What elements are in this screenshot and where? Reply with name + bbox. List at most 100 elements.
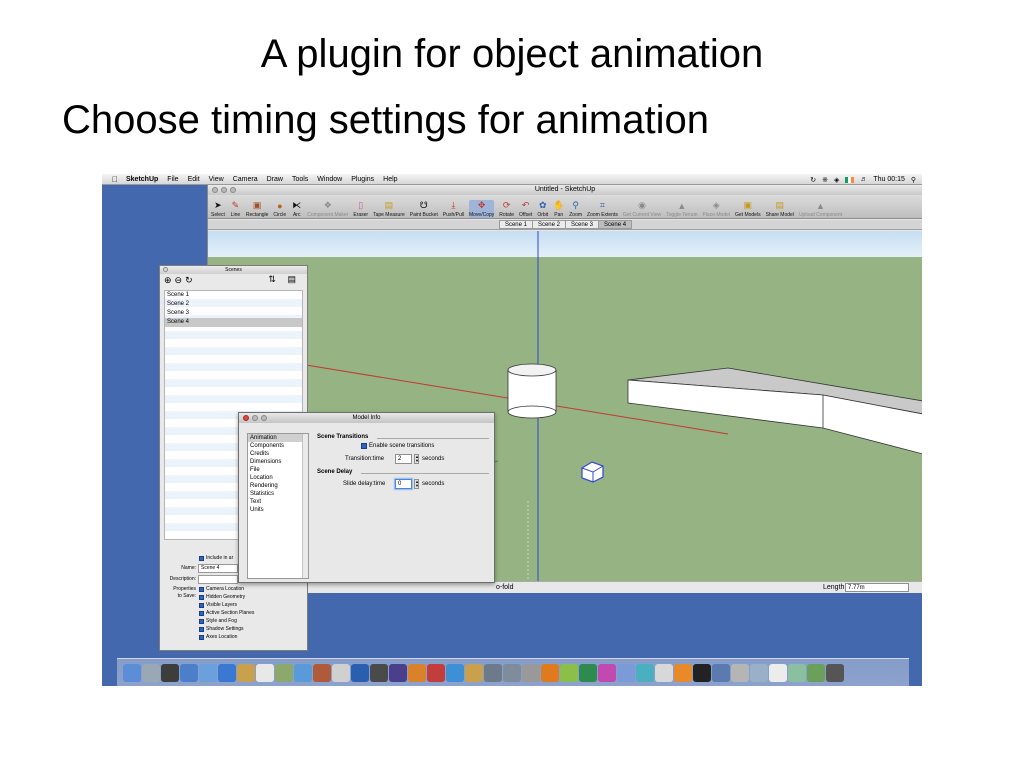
tool-rectangle[interactable]: ▣ Rectangle [246, 200, 269, 218]
tool-circle[interactable]: ● Circle [273, 200, 286, 219]
shadow-settings-checkbox[interactable]: Shadow Settings [199, 626, 244, 632]
folder-icon[interactable] [750, 663, 768, 682]
menu-edit[interactable]: Edit [188, 176, 200, 183]
remove-scene-icon[interactable]: ⊖ [175, 275, 183, 286]
ichat-icon[interactable] [199, 663, 217, 682]
network-icon[interactable] [446, 663, 464, 682]
mail-icon[interactable] [180, 663, 198, 682]
category-dimensions[interactable]: Dimensions [248, 458, 308, 466]
zoom-dialog-icon[interactable] [261, 415, 267, 421]
after-effects-icon[interactable] [389, 663, 407, 682]
safari-icon[interactable] [161, 663, 179, 682]
tool-arc[interactable]: ⧔ Arc [291, 200, 302, 218]
tool-get-models[interactable]: ▣ Get Models [735, 200, 761, 218]
wifi-icon[interactable]: ◈ [834, 176, 839, 184]
menu-help[interactable]: Help [383, 176, 397, 183]
cylinder-object[interactable] [507, 363, 557, 419]
time-machine-icon[interactable]: ↻ [810, 176, 816, 184]
add-scene-icon[interactable]: ⊕ [164, 275, 172, 286]
sketchup-titlebar[interactable]: Untitled - SketchUp [208, 185, 922, 195]
category-file[interactable]: File [248, 466, 308, 474]
list-item[interactable]: Scene 4 [165, 318, 302, 327]
tab-scene-2[interactable]: Scene 2 [531, 220, 566, 229]
include-in-animation-checkbox[interactable]: Include in ar [199, 555, 233, 561]
tool-line[interactable]: ✎ Line [230, 200, 241, 218]
category-components[interactable]: Components [248, 442, 308, 450]
tool-move-copy[interactable]: ✥ Move/Copy [468, 200, 495, 218]
spotlight-search-icon[interactable]: ⚲ [911, 176, 916, 184]
scene-details-icon[interactable]: ▤ [287, 274, 296, 284]
category-credits[interactable]: Credits [248, 450, 308, 458]
scenes-titlebar[interactable]: Scenes [160, 266, 307, 274]
axes-location-checkbox[interactable]: Axes Location [199, 634, 237, 640]
app-icon[interactable] [617, 663, 635, 682]
downloads-icon[interactable] [788, 663, 806, 682]
tool-offset[interactable]: ↶ Offset [519, 200, 532, 218]
transition-time-stepper[interactable]: ▲ ▼ [414, 454, 419, 464]
tool-eraser[interactable]: ▯ Eraser [353, 200, 368, 218]
grid-app-icon[interactable] [484, 663, 502, 682]
category-rendering[interactable]: Rendering [248, 482, 308, 490]
tool-get-current-view[interactable]: ◉ Get Current View [623, 200, 661, 218]
tab-scene-3[interactable]: Scene 3 [565, 220, 600, 229]
camera-location-checkbox[interactable]: Camera Location [199, 586, 244, 592]
menu-draw[interactable]: Draw [267, 176, 283, 183]
tool-share-model[interactable]: ▤ Share Model [766, 200, 794, 218]
final-cut-icon[interactable] [370, 663, 388, 682]
zoom-window-icon[interactable] [230, 187, 236, 193]
slide-delay-field[interactable]: 0 [395, 479, 412, 489]
vlc-icon[interactable] [674, 663, 692, 682]
move-scene-up-icon[interactable]: ⇅ [268, 274, 276, 284]
tool-paint-bucket[interactable]: ☋ Paint Bucket [410, 200, 438, 218]
menu-tools[interactable]: Tools [292, 176, 308, 183]
address-book-icon[interactable] [237, 663, 255, 682]
scene-name-field[interactable]: Scene 4 [198, 564, 238, 573]
app-icon[interactable] [655, 663, 673, 682]
enable-scene-transitions-checkbox[interactable]: Enable scene transitions [361, 443, 434, 449]
minimize-dialog-icon[interactable] [252, 415, 258, 421]
tab-scene-4[interactable]: Scene 4 [598, 220, 633, 229]
tool-select[interactable]: ➤ Select [211, 200, 225, 218]
active-section-planes-checkbox[interactable]: Active Section Planes [199, 610, 254, 616]
style-and-fog-checkbox[interactable]: Style and Fog [199, 618, 237, 624]
photo-booth-icon[interactable] [313, 663, 331, 682]
category-statistics[interactable]: Statistics [248, 490, 308, 498]
app-icon[interactable] [731, 663, 749, 682]
menu-camera[interactable]: Camera [233, 176, 258, 183]
small-cube-object[interactable] [581, 461, 604, 483]
ical-icon[interactable] [256, 663, 274, 682]
beam-object[interactable] [627, 367, 922, 455]
input-flag-icon[interactable] [845, 176, 855, 183]
trash-icon[interactable] [826, 663, 844, 682]
tool-rotate[interactable]: ⟳ Rotate [499, 200, 514, 218]
tool-tape-measure[interactable]: ▤ Tape Measure [373, 200, 405, 218]
messenger-icon[interactable] [218, 663, 236, 682]
hidden-geometry-checkbox[interactable]: Hidden Geometry [199, 594, 245, 600]
tool-zoom[interactable]: ⚲ Zoom [569, 200, 582, 218]
menu-window[interactable]: Window [317, 176, 342, 183]
close-dialog-icon[interactable] [243, 415, 249, 421]
tool-zoom-extents[interactable]: ⌗ Zoom Extents [587, 200, 618, 218]
volume-icon[interactable]: ♬ [860, 176, 867, 183]
close-panel-icon[interactable] [163, 267, 168, 272]
menu-sketchup[interactable]: SketchUp [126, 176, 158, 183]
iphoto-icon[interactable] [275, 663, 293, 682]
category-scrollbar[interactable] [302, 434, 308, 578]
tool-component-maker[interactable]: ❖ Component Maker [307, 200, 348, 218]
scene-description-field[interactable] [198, 575, 238, 584]
category-location[interactable]: Location [248, 474, 308, 482]
system-preferences-icon[interactable] [522, 663, 540, 682]
spaces-icon[interactable] [332, 663, 350, 682]
list-item[interactable]: Scene 3 [165, 309, 302, 318]
itunes-icon[interactable] [294, 663, 312, 682]
menu-file[interactable]: File [167, 176, 178, 183]
app-icon[interactable] [807, 663, 825, 682]
tab-scene-1[interactable]: Scene 1 [498, 220, 533, 229]
firefox-icon[interactable] [408, 663, 426, 682]
photoshop-icon[interactable] [351, 663, 369, 682]
document-icon[interactable] [769, 663, 787, 682]
tool-toggle-terrain[interactable]: ▲ Toggle Terrain [666, 200, 697, 219]
sketch-tool-icon[interactable] [427, 663, 445, 682]
transition-time-field[interactable]: 2 [395, 454, 412, 464]
menu-view[interactable]: View [209, 176, 224, 183]
